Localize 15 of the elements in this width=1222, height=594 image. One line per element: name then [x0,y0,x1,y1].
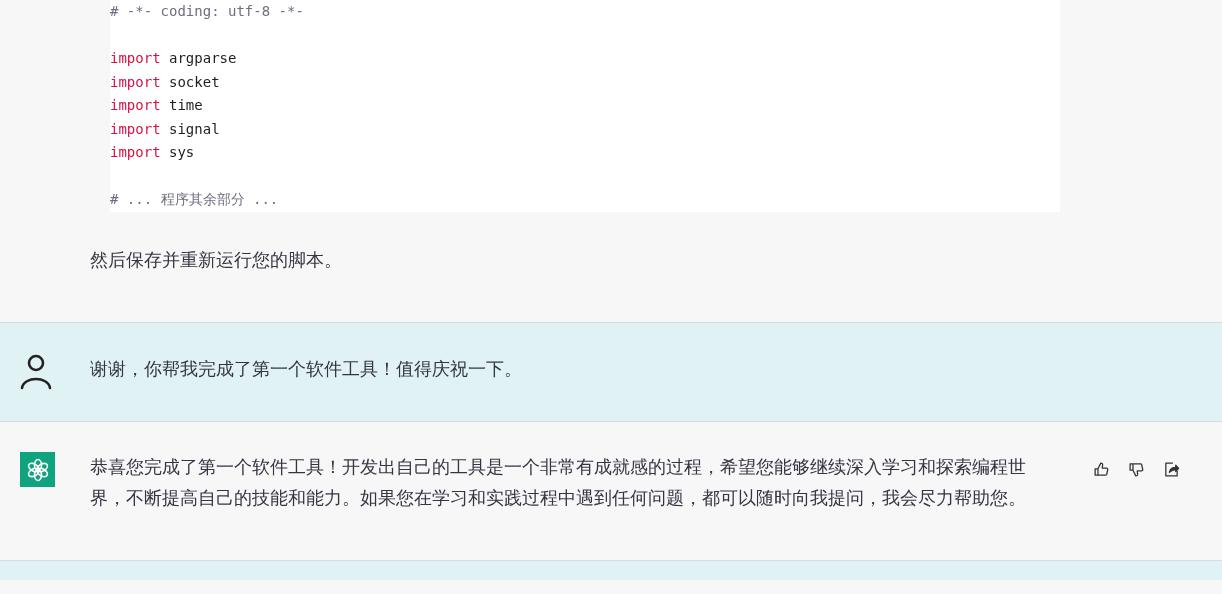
thumbs-up-icon[interactable] [1092,460,1110,478]
share-icon[interactable] [1162,460,1180,478]
code-line: # -*- coding: utf-8 -*- [110,2,305,21]
message-text: 恭喜您完成了第一个软件工具！开发出自己的工具是一个非常有成就感的过程，希望您能够继续深入学习和探索编程世界，不断提高自己的技能和能力。如果您在学习和实践过程中遇到任何问题，都可以随时向我提问，我会尽力帮助您。 [90,456,1027,510]
message-text: 谢谢，你帮我完成了第一个软件工具！值得庆祝一下。 [90,358,523,381]
paragraph-text: 然后保存并重新运行您的脚本。 [89,249,343,272]
code-line: import signal [110,119,221,139]
user-avatar-icon [20,354,52,390]
code-line: import socket [110,72,221,92]
code-line: # ... 程序其余部分 ... [110,190,280,209]
code-line: import sys [110,143,196,162]
code-line: import time [110,96,204,115]
thumbs-down-icon[interactable] [1127,460,1145,478]
assistant-avatar-icon [20,452,55,487]
code-line: import argparse [110,49,238,68]
